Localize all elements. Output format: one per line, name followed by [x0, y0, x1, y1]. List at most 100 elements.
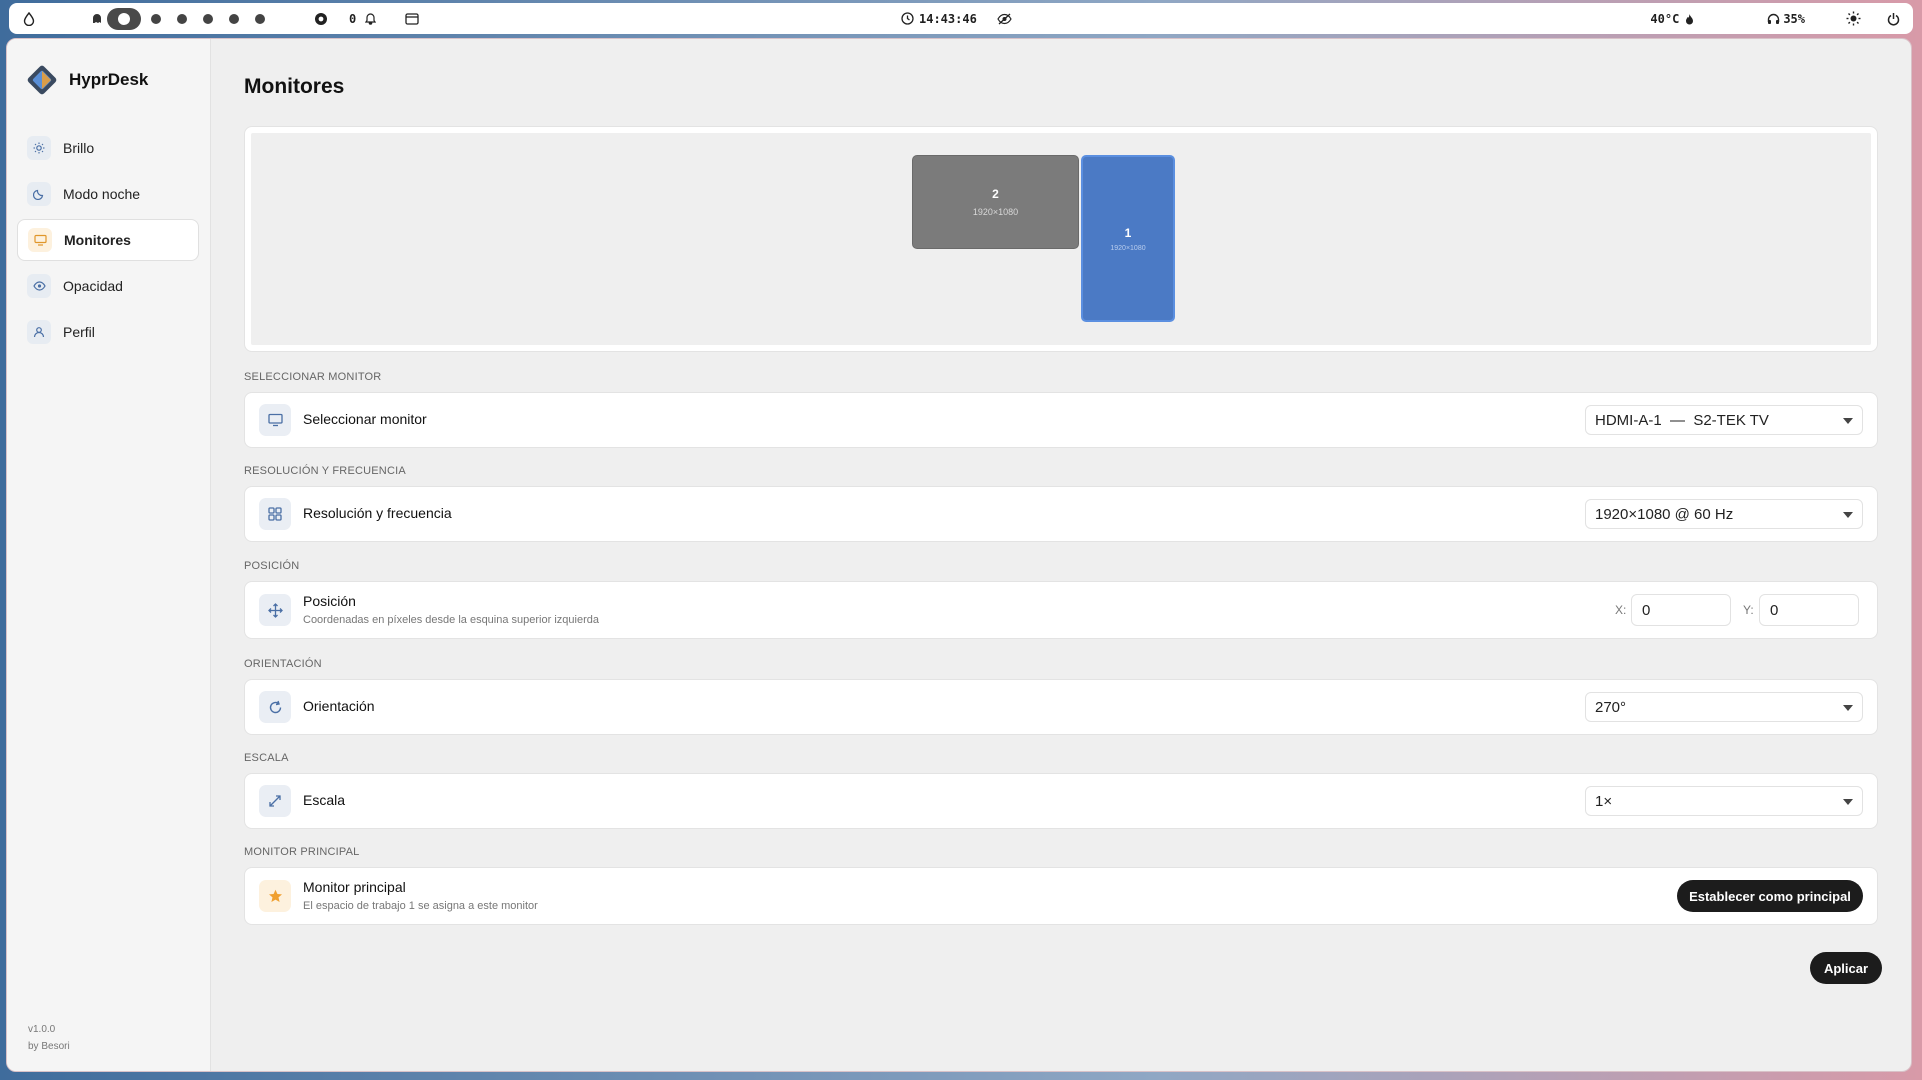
- orientation-row: Orientación 270°: [244, 679, 1878, 735]
- row-title: Monitor principal: [303, 879, 406, 895]
- row-title: Seleccionar monitor: [303, 411, 427, 427]
- position-x-input[interactable]: [1631, 594, 1731, 626]
- workspace-dot[interactable]: [203, 13, 213, 24]
- monitor-icon: [28, 228, 52, 252]
- chevron-down-icon: [1843, 799, 1853, 805]
- monitor-preview-card: 2 1920×1080 1 1920×1080: [244, 126, 1878, 352]
- set-primary-button[interactable]: Establecer como principal: [1677, 880, 1863, 912]
- resolution-row: Resolución y frecuencia 1920×1080 @ 60 H…: [244, 486, 1878, 542]
- select-value: 1×: [1595, 792, 1613, 810]
- chevron-down-icon: [1843, 418, 1853, 424]
- main-content: Monitores 2 1920×1080 1 1920×1080 SELECC…: [244, 39, 1882, 1071]
- ghost-icon[interactable]: [89, 11, 105, 27]
- topbar-right: 40°C 35%: [1650, 3, 1901, 34]
- orientation-select[interactable]: 270°: [1585, 692, 1863, 722]
- eye-icon: [27, 274, 51, 298]
- sidebar: HyprDesk Brillo Modo noche Monitores Opa…: [7, 39, 211, 1071]
- app-version: v1.0.0: [28, 1024, 56, 1035]
- row-title: Escala: [303, 792, 346, 808]
- app-name: HyprDesk: [69, 70, 149, 89]
- chevron-down-icon: [1843, 705, 1853, 711]
- scale-row: Escala 1×: [244, 773, 1878, 829]
- monitor-number: 2: [992, 187, 999, 201]
- app-author: by Besori: [28, 1041, 70, 1052]
- position-row: Posición Coordenadas en píxeles desde la…: [244, 581, 1878, 639]
- brand: HyprDesk: [25, 63, 148, 97]
- headphones-icon[interactable]: [1765, 11, 1781, 27]
- section-label-orientation: ORIENTACIÓN: [244, 658, 322, 670]
- row-subtitle: El espacio de trabajo 1 se asigna a este…: [303, 900, 538, 912]
- section-label-select-monitor: SELECCIONAR MONITOR: [244, 371, 382, 383]
- sidebar-item-label: Monitores: [64, 232, 131, 248]
- workspace-dot[interactable]: [177, 13, 187, 24]
- resolution-select[interactable]: 1920×1080 @ 60 Hz: [1585, 499, 1863, 529]
- top-bar: 0 14:43:46 40°C 35%: [9, 3, 1913, 34]
- eye-off-icon[interactable]: [997, 11, 1013, 27]
- clock-icon: [899, 11, 915, 27]
- sun-icon[interactable]: [1845, 11, 1861, 27]
- row-subtitle: Coordenadas en píxeles desde la esquina …: [303, 614, 599, 626]
- temperature-value: 40°C: [1650, 11, 1680, 26]
- window-icon[interactable]: [404, 11, 420, 27]
- section-label-position: POSICIÓN: [244, 560, 300, 572]
- position-y-input[interactable]: [1759, 594, 1859, 626]
- monitor-1-tile[interactable]: 1 1920×1080: [1081, 155, 1175, 322]
- section-label-primary: MONITOR PRINCIPAL: [244, 846, 360, 858]
- topbar-center: 14:43:46: [899, 3, 1013, 34]
- sidebar-item-opacidad[interactable]: Opacidad: [17, 265, 199, 307]
- row-title: Posición: [303, 593, 356, 609]
- sidebar-footer: v1.0.0 by Besori: [28, 1021, 70, 1055]
- expand-icon: [259, 785, 291, 817]
- sidebar-item-label: Modo noche: [63, 186, 141, 202]
- select-value: HDMI-A-1 — S2-TEK TV: [1595, 411, 1769, 429]
- y-label: Y:: [1743, 603, 1754, 617]
- notification-count: 0: [349, 11, 357, 26]
- sidebar-item-modo-noche[interactable]: Modo noche: [17, 173, 199, 215]
- moon-icon: [27, 182, 51, 206]
- workspace-switcher: [105, 7, 273, 30]
- monitor-layout-canvas[interactable]: 2 1920×1080 1 1920×1080: [251, 133, 1871, 345]
- page-title: Monitores: [244, 75, 345, 98]
- power-icon[interactable]: [1885, 11, 1901, 27]
- select-monitor-row: Seleccionar monitor HDMI-A-1 — S2-TEK TV: [244, 392, 1878, 448]
- grid-icon: [259, 498, 291, 530]
- row-title: Resolución y frecuencia: [303, 505, 452, 521]
- flame-icon: [1681, 11, 1697, 27]
- chevron-down-icon: [1843, 512, 1853, 518]
- select-value: 270°: [1595, 698, 1627, 716]
- sidebar-item-label: Brillo: [63, 140, 95, 156]
- star-icon: [259, 880, 291, 912]
- sidebar-item-label: Perfil: [63, 324, 95, 340]
- workspace-active[interactable]: [107, 7, 141, 30]
- chrome-icon[interactable]: [313, 11, 329, 27]
- app-window: HyprDesk Brillo Modo noche Monitores Opa…: [6, 38, 1912, 1072]
- section-label-scale: ESCALA: [244, 752, 289, 764]
- scale-select[interactable]: 1×: [1585, 786, 1863, 816]
- hyprdesk-logo-icon: [27, 65, 57, 95]
- rotate-icon: [259, 691, 291, 723]
- monitor-2-tile[interactable]: 2 1920×1080: [912, 155, 1079, 249]
- workspace-dot[interactable]: [229, 13, 239, 24]
- monitor-number: 1: [1124, 225, 1132, 240]
- sidebar-item-monitores[interactable]: Monitores: [17, 219, 199, 261]
- topbar-left: 0: [21, 3, 420, 34]
- monitor-icon: [259, 404, 291, 436]
- section-label-resolution: RESOLUCIÓN Y FRECUENCIA: [244, 465, 406, 477]
- select-value: 1920×1080 @ 60 Hz: [1595, 505, 1734, 523]
- workspace-dot[interactable]: [151, 13, 161, 24]
- drop-icon[interactable]: [21, 11, 37, 27]
- bell-icon[interactable]: [362, 11, 378, 27]
- monitor-resolution: 1920×1080: [1110, 244, 1146, 252]
- sidebar-item-label: Opacidad: [63, 278, 123, 294]
- volume-value[interactable]: 35%: [1783, 12, 1805, 26]
- primary-monitor-row: Monitor principal El espacio de trabajo …: [244, 867, 1878, 925]
- clock-time[interactable]: 14:43:46: [919, 12, 977, 26]
- workspace-dot[interactable]: [255, 13, 265, 24]
- user-icon: [27, 320, 51, 344]
- sidebar-nav: Brillo Modo noche Monitores Opacidad Per…: [17, 127, 199, 357]
- sidebar-item-brillo[interactable]: Brillo: [17, 127, 199, 169]
- monitor-select[interactable]: HDMI-A-1 — S2-TEK TV: [1585, 405, 1863, 435]
- sidebar-item-perfil[interactable]: Perfil: [17, 311, 199, 353]
- row-title: Orientación: [303, 698, 375, 714]
- apply-button[interactable]: Aplicar: [1810, 952, 1882, 984]
